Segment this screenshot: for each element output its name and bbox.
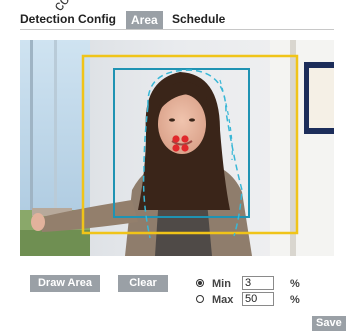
clear-button[interactable]: Clear xyxy=(118,275,168,292)
max-radio[interactable] xyxy=(196,295,204,303)
draw-area-button[interactable]: Draw Area xyxy=(30,275,100,292)
camera-image xyxy=(20,40,334,256)
max-value-input[interactable] xyxy=(242,292,274,306)
tab-divider xyxy=(20,29,334,30)
min-unit: % xyxy=(290,278,300,290)
min-radio[interactable] xyxy=(196,279,204,287)
min-label: Min xyxy=(212,278,231,290)
tab-schedule[interactable]: Schedule xyxy=(172,12,225,26)
save-button[interactable]: Save xyxy=(312,316,346,331)
camera-preview[interactable] xyxy=(20,40,334,256)
max-unit: % xyxy=(290,294,300,306)
max-label: Max xyxy=(212,294,234,306)
tab-detection-config[interactable]: Detection Config xyxy=(20,12,116,26)
min-value-input[interactable] xyxy=(242,276,274,290)
tab-area[interactable]: Area xyxy=(126,11,163,29)
